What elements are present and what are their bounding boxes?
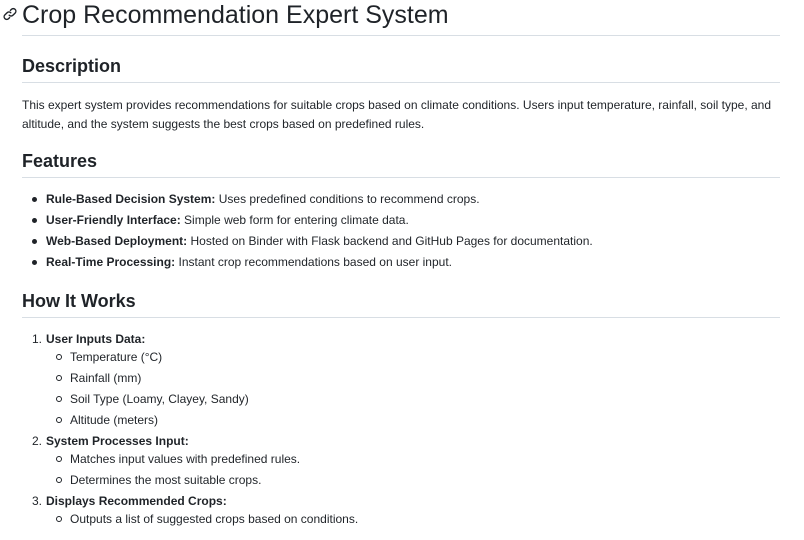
feature-label: Web-Based Deployment: [46,234,188,248]
description-text: This expert system provides recommendati… [22,98,772,131]
features-divider [22,177,780,178]
description-heading: Description [22,56,122,76]
circle-bullet-icon [56,456,62,462]
page-title: Crop Recommendation Expert System [22,1,449,29]
step-sub-item: Soil Type (Loamy, Clayey, Sandy) [70,392,249,406]
feature-item: User-Friendly Interface: Simple web form… [46,211,409,229]
bullet-icon [32,239,37,244]
feature-label: User-Friendly Interface: [46,213,181,227]
feature-text: Simple web form for entering climate dat… [180,213,409,227]
step-sub-item: Temperature (°C) [70,350,163,364]
circle-bullet-icon [56,477,62,483]
circle-bullet-icon [56,354,62,360]
description-divider [22,82,780,83]
features-heading: Features [22,151,98,171]
feature-text: Instant crop recommendations based on us… [175,255,453,269]
step-label: System Processes Input: [46,434,189,448]
circle-bullet-icon [56,396,62,402]
circle-bullet-icon [56,375,62,381]
bullet-icon [32,260,37,265]
feature-label: Rule-Based Decision System: [46,192,216,206]
step-sub-item: Altitude (meters) [70,413,159,427]
step-sub-item: Outputs a list of suggested crops based … [70,512,359,526]
step-label: User Inputs Data: [46,332,146,346]
feature-label: Real-Time Processing: [46,255,176,269]
step-number: 2. [32,434,43,448]
feature-item: Rule-Based Decision System: Uses predefi… [46,190,480,208]
how-it-works-divider [22,317,780,318]
title-divider [22,35,780,36]
bullet-icon [32,218,37,223]
step-label: Displays Recommended Crops: [46,494,227,508]
step-sub-item: Matches input values with predefined rul… [70,452,301,466]
feature-item: Real-Time Processing: Instant crop recom… [46,253,452,271]
step-sub-item: Rainfall (mm) [70,371,142,385]
link-icon[interactable] [2,6,18,22]
circle-bullet-icon [56,516,62,522]
feature-text: Hosted on Binder with Flask backend and … [187,234,593,248]
feature-item: Web-Based Deployment: Hosted on Binder w… [46,232,593,250]
step-number: 3. [32,494,43,508]
step-sub-item: Determines the most suitable crops. [70,473,262,487]
circle-bullet-icon [56,417,62,423]
feature-text: Uses predefined conditions to recommend … [215,192,480,206]
bullet-icon [32,197,37,202]
how-it-works-heading: How It Works [22,291,136,311]
step-number: 1. [32,332,43,346]
